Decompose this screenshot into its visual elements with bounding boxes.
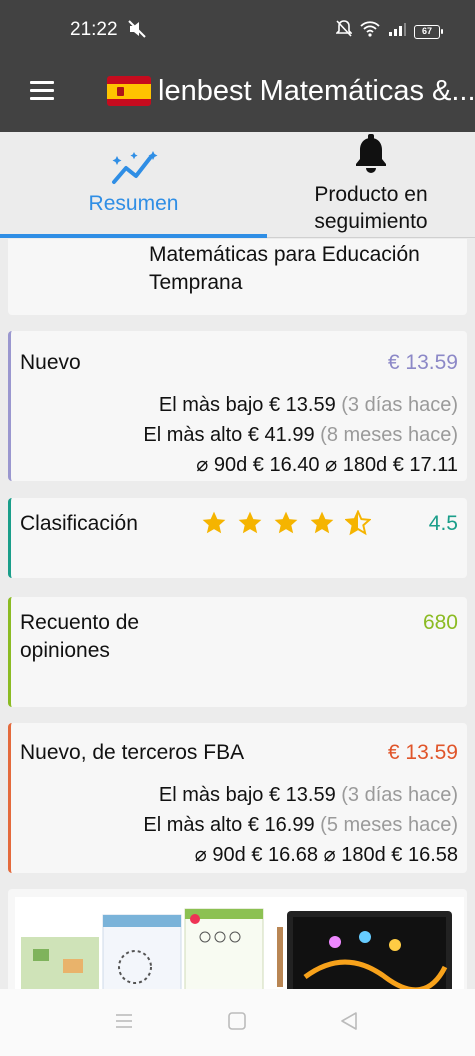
tab-summary[interactable]: Resumen — [0, 132, 267, 238]
star-full-icon — [310, 511, 334, 534]
reviews-label: Recuento de opiniones — [20, 611, 140, 662]
page-title: lenbest Matemáticas &... — [158, 75, 475, 107]
product-image-card[interactable] — [8, 889, 467, 989]
fba-highest-row: El màs alto € 16.99 (5 meses hace) — [143, 814, 458, 836]
tab-summary-label: Resumen — [88, 192, 179, 215]
fba-average-row: ⌀ 90d € 16.68 ⌀ 180d € 16.58 — [194, 844, 458, 866]
new-label: Nuevo — [20, 351, 81, 374]
tab-tracking-label: Producto en seguimiento — [314, 183, 428, 233]
trend-sparkle-icon — [110, 150, 158, 193]
rating-card[interactable]: Clasificación 4.5 — [8, 498, 467, 578]
recent-apps-icon[interactable] — [114, 1011, 134, 1036]
rating-stars — [201, 510, 371, 536]
star-full-icon — [274, 511, 298, 534]
battery-icon: 67 — [414, 24, 443, 39]
app-bar: lenbest Matemáticas &... — [0, 60, 475, 132]
tab-bar: Resumen Producto en seguimiento — [0, 132, 475, 238]
rating-value: 4.5 — [428, 512, 458, 535]
system-nav-bar — [0, 989, 475, 1056]
reviews-value: 680 — [422, 611, 458, 634]
product-image — [15, 897, 464, 989]
new-highest-row: El màs alto € 41.99 (8 meses hace) — [143, 424, 458, 446]
rating-label: Clasificación — [20, 512, 138, 535]
reviews-card[interactable]: Recuento de opiniones 680 — [8, 597, 467, 707]
menu-icon[interactable] — [30, 81, 54, 101]
star-half-icon — [345, 510, 371, 536]
signal-icon — [388, 22, 406, 41]
wifi-icon — [360, 21, 380, 42]
new-price: € 13.59 — [387, 351, 458, 374]
new-price-card[interactable]: Nuevo € 13.59 El màs bajo € 13.59 (3 día… — [8, 331, 467, 481]
fba-label: Nuevo, de terceros FBA — [20, 741, 245, 764]
bell-icon — [353, 134, 389, 179]
fba-price: € 13.59 — [387, 741, 458, 764]
category-card: Matemáticas para Educación Temprana — [8, 239, 467, 315]
active-tab-indicator — [0, 234, 267, 238]
back-icon[interactable] — [339, 1011, 359, 1036]
star-full-icon — [202, 511, 226, 534]
home-icon[interactable] — [227, 1011, 247, 1036]
fba-price-card[interactable]: Nuevo, de terceros FBA € 13.59 El màs ba… — [8, 723, 467, 873]
status-bar: 21:22 67 — [0, 0, 475, 60]
spain-flag-icon — [107, 76, 151, 106]
notification-off-icon — [335, 20, 353, 43]
tab-tracking[interactable]: Producto en seguimiento — [267, 132, 475, 238]
category-text: Matemáticas para Educación Temprana — [149, 243, 420, 294]
new-average-row: ⌀ 90d € 16.40 ⌀ 180d € 17.11 — [196, 454, 458, 476]
fba-lowest-row: El màs bajo € 13.59 (3 días hace) — [158, 784, 458, 806]
status-time: 21:22 — [70, 19, 118, 40]
new-lowest-row: El màs bajo € 13.59 (3 días hace) — [158, 394, 458, 416]
mute-icon — [126, 18, 148, 45]
summary-content: Matemáticas para Educación Temprana Nuev… — [0, 239, 475, 989]
star-full-icon — [238, 511, 262, 534]
